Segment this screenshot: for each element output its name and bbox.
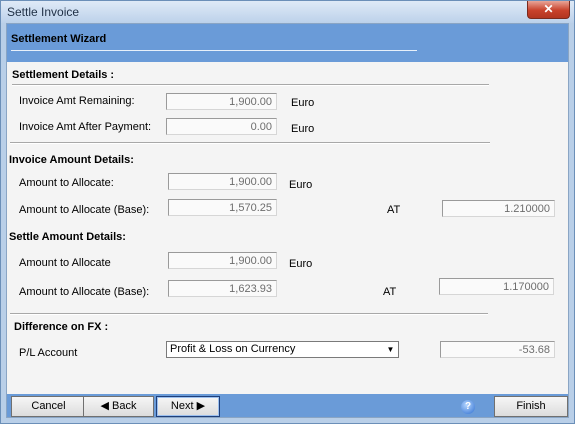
invoice-allocate-field[interactable]: 1,900.00 [168,173,277,190]
settle-amount-details-heading: Settle Amount Details: [9,231,126,243]
settlement-details-divider [12,84,489,86]
settle-allocate-base-label: Amount to Allocate (Base): [19,286,150,298]
title-bar[interactable]: Settle Invoice ✕ [1,1,574,23]
pl-account-label: P/L Account [19,347,78,359]
close-button[interactable]: ✕ [527,1,570,19]
difference-fx-heading: Difference on FX : [14,321,109,333]
back-button-label: Back [112,400,137,412]
invoice-allocate-label: Amount to Allocate: [19,177,114,189]
cancel-button[interactable]: Cancel [11,396,86,417]
section-divider-2 [10,313,488,315]
back-button[interactable]: ◀ Back [83,396,154,417]
help-icon[interactable]: ? [461,400,475,414]
settle-rate-label: AT [383,286,397,298]
wizard-panel: Settlement Wizard Settlement Details : I… [6,23,569,418]
wizard-title: Settlement Wizard [11,33,107,45]
settle-rate-field[interactable]: 1.170000 [439,278,554,295]
section-divider-1 [10,142,490,144]
settlement-details-heading: Settlement Details : [12,69,115,81]
invoice-after-payment-currency: Euro [291,123,315,135]
settle-allocate-base-field[interactable]: 1,623.93 [168,280,277,297]
invoice-remaining-label: Invoice Amt Remaining: [19,95,135,107]
close-icon: ✕ [543,2,554,16]
invoice-remaining-currency: Euro [291,97,315,109]
chevron-down-icon[interactable]: ▼ [384,343,397,356]
fx-difference-field[interactable]: -53.68 [440,341,555,358]
invoice-amount-details-heading: Invoice Amount Details: [9,154,134,166]
invoice-rate-label: AT [387,204,401,216]
settle-allocate-field[interactable]: 1,900.00 [168,252,277,269]
invoice-after-payment-field[interactable]: 0.00 [166,118,277,135]
next-button[interactable]: Next ▶ [156,396,220,417]
invoice-remaining-field[interactable]: 1,900.00 [166,93,277,110]
invoice-allocate-base-label: Amount to Allocate (Base): [19,204,150,216]
finish-button[interactable]: Finish [494,396,568,417]
header-divider [11,50,417,51]
pl-account-dropdown[interactable]: Profit & Loss on Currency ▼ [166,341,399,358]
wizard-header: Settlement Wizard [7,24,568,62]
next-button-label: Next [170,400,194,412]
invoice-allocate-base-field[interactable]: 1,570.25 [168,199,277,216]
back-arrow-icon: ◀ [100,400,109,412]
invoice-rate-field[interactable]: 1.210000 [442,200,555,217]
invoice-allocate-currency: Euro [289,179,313,191]
settle-allocate-currency: Euro [289,258,313,270]
window-title: Settle Invoice [7,5,80,19]
settle-invoice-window: Settle Invoice ✕ Settlement Wizard Settl… [0,0,575,424]
settle-allocate-label: Amount to Allocate [19,257,111,269]
invoice-after-payment-label: Invoice Amt After Payment: [19,121,152,133]
pl-account-value: Profit & Loss on Currency [170,343,296,355]
next-arrow-icon: ▶ [196,400,206,412]
